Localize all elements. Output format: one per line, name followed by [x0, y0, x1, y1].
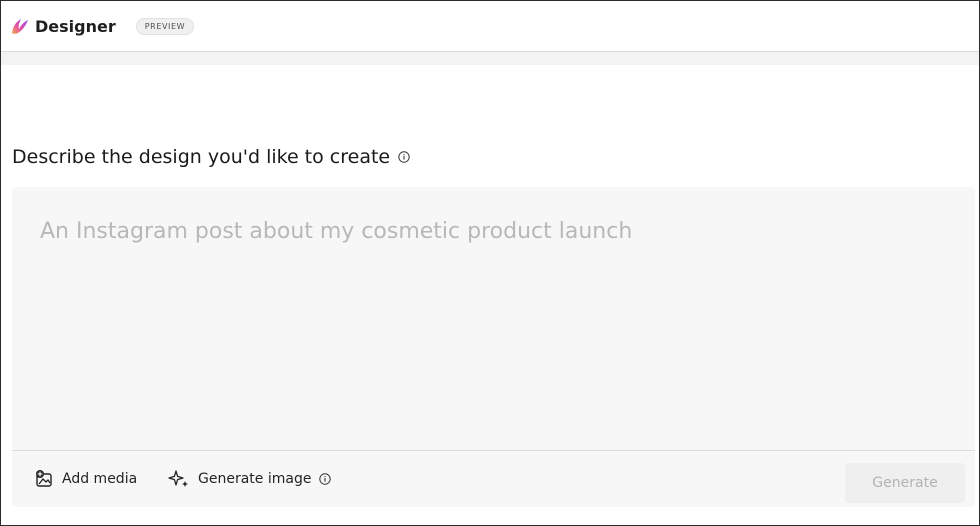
header-subbar [1, 52, 979, 65]
prompt-input[interactable] [12, 187, 975, 449]
generate-button[interactable]: Generate [845, 463, 965, 503]
add-media-button[interactable]: Add media [34, 469, 137, 489]
prompt-toolbar: Add media Generate image Generate [12, 451, 975, 507]
generate-image-label: Generate image [198, 471, 312, 487]
designer-logo-icon [9, 15, 31, 37]
prompt-heading: Describe the design you'd like to create [12, 146, 410, 168]
info-icon[interactable] [398, 151, 410, 163]
preview-badge: PREVIEW [135, 17, 195, 35]
app-header: Designer PREVIEW [1, 1, 979, 52]
prompt-heading-text: Describe the design you'd like to create [12, 146, 391, 168]
prompt-box: Add media Generate image [12, 187, 975, 507]
add-media-label: Add media [62, 471, 138, 487]
app-title: Designer [35, 16, 116, 36]
add-image-icon [34, 469, 54, 489]
designer-window: Designer PREVIEW Describe the design you… [0, 0, 980, 526]
generate-image-button[interactable]: Generate image [168, 469, 332, 489]
generate-image-info-icon[interactable] [319, 473, 332, 485]
sparkle-icon [168, 469, 190, 489]
